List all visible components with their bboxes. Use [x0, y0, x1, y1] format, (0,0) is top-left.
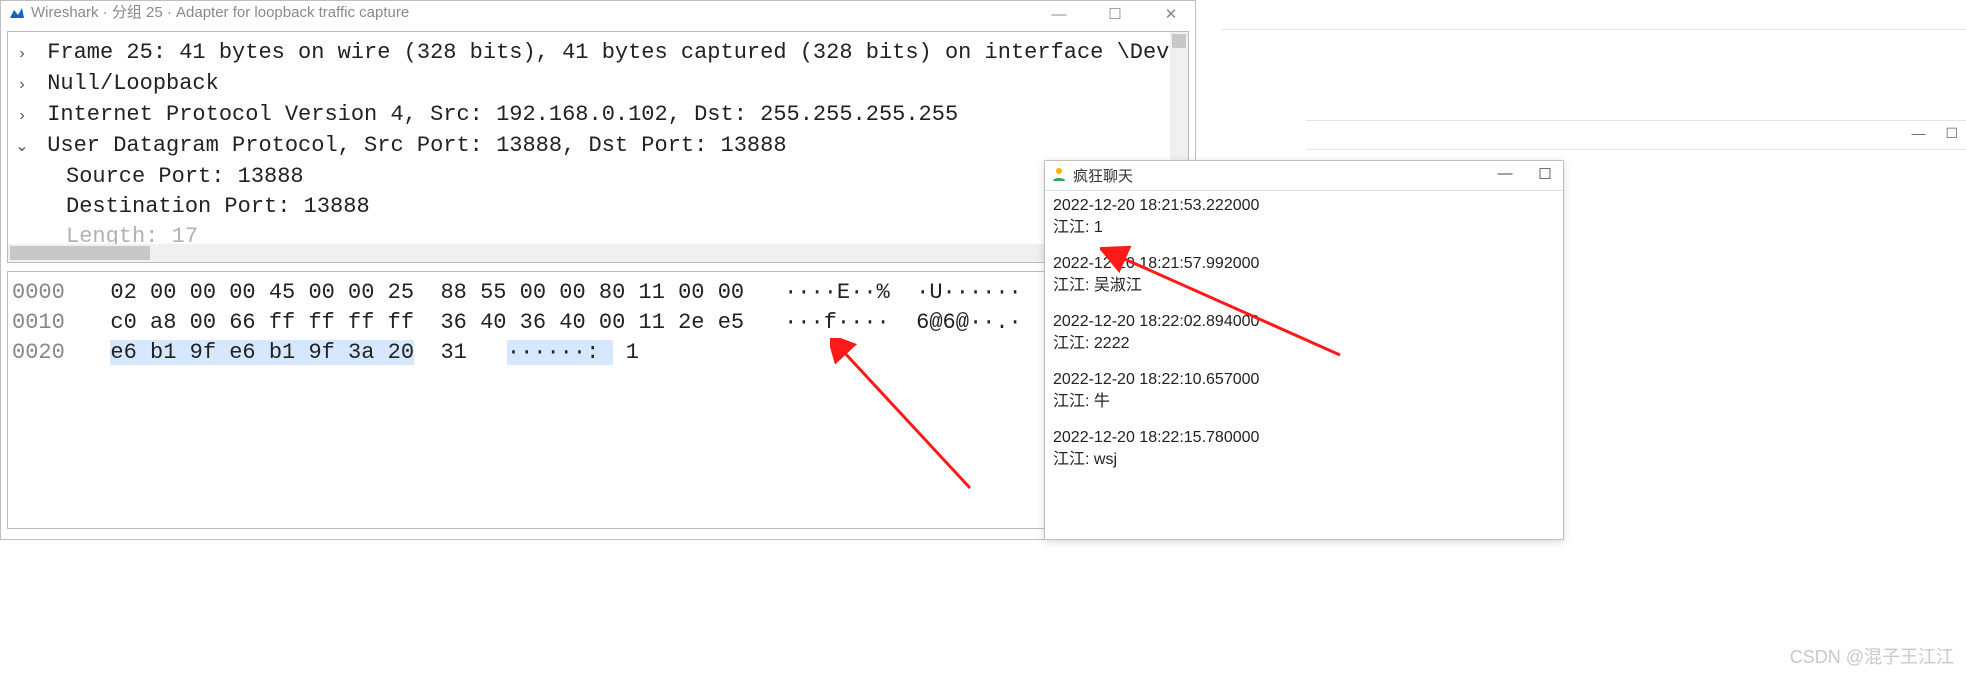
chat-message: 2022-12-20 18:21:57.992000 江江: 吴淑江 — [1053, 253, 1555, 297]
chat-message: 2022-12-20 18:22:15.780000 江江: wsj — [1053, 427, 1555, 471]
packet-bytes-pane[interactable]: 0000 02 00 00 00 45 00 00 25 88 55 00 00… — [7, 271, 1189, 529]
chat-ts: 2022-12-20 18:22:02.894000 — [1053, 311, 1555, 333]
hex-ascii: ····E··% ·U······ — [784, 280, 1022, 305]
hex-row-0[interactable]: 0000 02 00 00 00 45 00 00 25 88 55 00 00… — [12, 278, 1184, 308]
wireshark-minimize-button[interactable]: — — [1039, 3, 1079, 27]
caret-right-icon[interactable]: › — [10, 70, 34, 100]
caret-right-icon[interactable]: › — [10, 101, 34, 131]
wireshark-close-button[interactable]: ✕ — [1151, 3, 1191, 27]
hex-bytes: c0 a8 00 66 ff ff ff ff 36 40 36 40 00 1… — [110, 310, 744, 335]
wireshark-titlebar[interactable]: Wireshark · 分组 25 · Adapter for loopback… — [1, 1, 1195, 25]
tree-ip[interactable]: › Internet Protocol Version 4, Src: 192.… — [10, 100, 1186, 131]
tree-srcport-text: Source Port: 13888 — [66, 164, 304, 189]
chat-app-icon — [1051, 166, 1067, 186]
chat-ts: 2022-12-20 18:21:57.992000 — [1053, 253, 1555, 275]
hex-ascii: ···f···· 6@6@··.· — [784, 310, 1022, 335]
chat-message: 2022-12-20 18:22:10.657000 江江: 牛 — [1053, 369, 1555, 413]
wireshark-title-text: Wireshark · 分组 25 · Adapter for loopback… — [31, 1, 409, 25]
tree-null-text: Null/Loopback — [47, 71, 219, 96]
chat-title-text: 疯狂聊天 — [1073, 165, 1133, 186]
watermark-text: CSDN @混子王江江 — [1790, 643, 1954, 669]
tree-srcport[interactable]: Source Port: 13888 — [10, 162, 1186, 192]
chat-line: 江江: 1 — [1053, 217, 1555, 239]
chat-line: 江江: 牛 — [1053, 391, 1555, 413]
packet-details-pane[interactable]: › Frame 25: 41 bytes on wire (328 bits),… — [7, 31, 1189, 263]
caret-right-icon[interactable]: › — [10, 39, 34, 69]
chat-window: 疯狂聊天 — ☐ 2022-12-20 18:21:53.222000 江江: … — [1044, 160, 1564, 540]
chat-maximize-button[interactable]: ☐ — [1533, 165, 1557, 183]
hex-ascii: 1 — [613, 340, 639, 365]
chat-line: 江江: wsj — [1053, 449, 1555, 471]
stray-top-bar — [1222, 0, 1966, 30]
chat-message-list[interactable]: 2022-12-20 18:21:53.222000 江江: 1 2022-12… — [1045, 191, 1563, 489]
chat-ts: 2022-12-20 18:22:10.657000 — [1053, 369, 1555, 391]
tree-udp[interactable]: ⌄ User Datagram Protocol, Src Port: 1388… — [10, 131, 1186, 162]
stray-min-icon[interactable]: — — [1911, 125, 1925, 142]
hex-offset: 0020 — [12, 338, 84, 368]
hex-row-1[interactable]: 0010 c0 a8 00 66 ff ff ff ff 36 40 36 40… — [12, 308, 1184, 338]
tree-dstport-text: Destination Port: 13888 — [66, 194, 370, 219]
stray-right-bar: — ☐ — [1306, 120, 1966, 150]
hex-bytes-selected: e6 b1 9f e6 b1 9f 3a 20 — [110, 340, 414, 365]
chat-ts: 2022-12-20 18:22:15.780000 — [1053, 427, 1555, 449]
tree-ip-text: Internet Protocol Version 4, Src: 192.16… — [47, 102, 958, 127]
tree-frame[interactable]: › Frame 25: 41 bytes on wire (328 bits),… — [10, 38, 1186, 69]
chat-line: 江江: 吴淑江 — [1053, 275, 1555, 297]
chat-message: 2022-12-20 18:21:53.222000 江江: 1 — [1053, 195, 1555, 239]
hex-bytes: 31 — [414, 340, 467, 365]
wireshark-window: Wireshark · 分组 25 · Adapter for loopback… — [0, 0, 1196, 540]
hex-row-2[interactable]: 0020 e6 b1 9f e6 b1 9f 3a 20 31 ······: 1 — [12, 338, 1184, 368]
chat-minimize-button[interactable]: — — [1493, 165, 1517, 183]
wireshark-maximize-button[interactable]: ☐ — [1095, 3, 1135, 27]
hex-offset: 0000 — [12, 278, 84, 308]
tree-frame-text: Frame 25: 41 bytes on wire (328 bits), 4… — [47, 40, 1182, 65]
tree-udp-text: User Datagram Protocol, Src Port: 13888,… — [47, 133, 786, 158]
chat-message: 2022-12-20 18:22:02.894000 江江: 2222 — [1053, 311, 1555, 355]
chat-ts: 2022-12-20 18:21:53.222000 — [1053, 195, 1555, 217]
chat-titlebar[interactable]: 疯狂聊天 — ☐ — [1045, 161, 1563, 191]
chat-line: 江江: 2222 — [1053, 333, 1555, 355]
hex-offset: 0010 — [12, 308, 84, 338]
wireshark-icon — [9, 5, 25, 21]
stray-max-icon[interactable]: ☐ — [1945, 125, 1958, 142]
caret-down-icon[interactable]: ⌄ — [10, 132, 34, 162]
tree-dstport[interactable]: Destination Port: 13888 — [10, 192, 1186, 222]
hex-bytes: 02 00 00 00 45 00 00 25 88 55 00 00 80 1… — [110, 280, 744, 305]
hex-ascii-selected: ······: — [507, 340, 613, 365]
tree-null-loopback[interactable]: › Null/Loopback — [10, 69, 1186, 100]
details-h-scrollbar[interactable] — [8, 244, 1170, 262]
